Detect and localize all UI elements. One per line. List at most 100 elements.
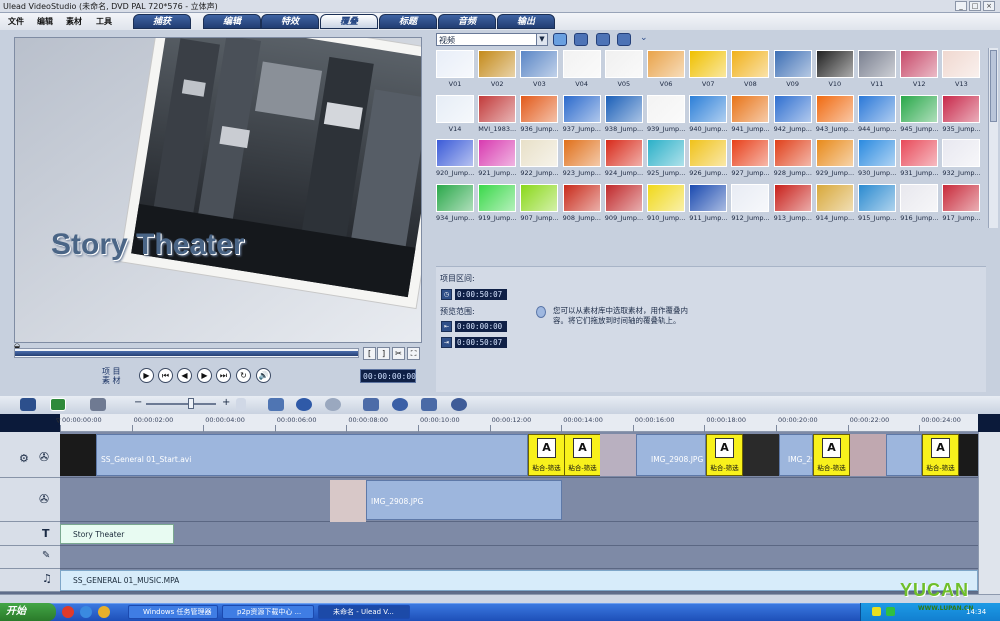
library-scrollbar[interactable] <box>988 48 998 228</box>
library-item[interactable]: 929_Jump... <box>815 139 854 177</box>
library-item[interactable]: 917_Jump... <box>942 183 981 222</box>
library-item[interactable]: 916_Jump... <box>900 183 939 222</box>
library-item[interactable]: V14 <box>436 94 474 133</box>
next-frame-icon[interactable]: ▶ <box>197 368 212 383</box>
tab-overlay[interactable]: 覆叠 <box>320 14 378 29</box>
undo-icon[interactable] <box>296 398 312 411</box>
mark-in-button[interactable]: [ <box>363 347 376 360</box>
tray-icon[interactable] <box>886 607 895 616</box>
redo-icon[interactable] <box>325 398 341 411</box>
overlay-title-text[interactable]: Story Theater <box>51 228 244 262</box>
library-item[interactable]: V13 <box>942 50 981 88</box>
transition-clip[interactable]: A 粘合-筛选 <box>922 434 959 476</box>
repeat-icon[interactable]: ↻ <box>236 368 251 383</box>
import-icon[interactable] <box>574 33 588 46</box>
library-item[interactable]: 925_Jump... <box>647 139 685 177</box>
volume-icon[interactable]: 🔊 <box>256 368 271 383</box>
library-item[interactable]: 919_Jump... <box>478 183 517 222</box>
library-item[interactable]: 909_Jump... <box>604 183 643 222</box>
fullscreen-button[interactable]: ⛶ <box>407 347 420 360</box>
library-item[interactable]: 930_Jump... <box>858 139 896 177</box>
taskbar-item-task-manager[interactable]: Windows 任务管理器 <box>128 605 218 619</box>
library-item[interactable]: 939_Jump... <box>647 94 685 133</box>
library-item[interactable]: 924_Jump... <box>604 139 643 177</box>
quicklaunch-icon[interactable] <box>98 606 110 618</box>
library-item[interactable]: MVI_1983... <box>478 94 517 133</box>
library-item[interactable]: 935_Jump... <box>942 94 981 133</box>
library-item[interactable]: V04 <box>562 50 601 88</box>
menu-edit[interactable]: 编辑 <box>37 16 53 27</box>
timeline-view-icon[interactable] <box>50 398 66 411</box>
zoom-slider-handle[interactable] <box>188 398 194 409</box>
mark-out-button[interactable]: ] <box>377 347 390 360</box>
audio-view-icon[interactable] <box>90 398 106 411</box>
minimize-button[interactable]: _ <box>955 1 967 11</box>
transition-clip[interactable]: A 粘合-筛选 <box>706 434 743 476</box>
playhead-marker[interactable]: ▿ <box>56 416 61 426</box>
library-item[interactable]: 908_Jump... <box>562 183 601 222</box>
library-item[interactable]: V06 <box>647 50 685 88</box>
library-item[interactable]: V02 <box>478 50 517 88</box>
library-manager-icon[interactable] <box>596 33 610 46</box>
library-item[interactable]: 923_Jump... <box>562 139 601 177</box>
library-item[interactable]: 945_Jump... <box>900 94 939 133</box>
quicklaunch-icon[interactable] <box>62 606 74 618</box>
library-item[interactable]: V08 <box>731 50 770 88</box>
home-icon[interactable]: ⏮ <box>158 368 173 383</box>
options-icon[interactable] <box>617 33 631 46</box>
library-item[interactable]: 932_Jump... <box>942 139 981 177</box>
quicklaunch-icon[interactable] <box>80 606 92 618</box>
library-item[interactable]: 934_Jump... <box>436 183 474 222</box>
video-clip-photo-3[interactable] <box>886 434 922 476</box>
library-item[interactable]: 937_Jump... <box>562 94 601 133</box>
library-item[interactable]: V12 <box>900 50 939 88</box>
scrub-bar[interactable] <box>14 348 359 358</box>
tab-share[interactable]: 输出 <box>497 14 555 29</box>
video-clip-photo[interactable]: IMG_2908.JPG <box>636 434 706 476</box>
previous-frame-icon[interactable]: ◀ <box>177 368 192 383</box>
menu-clip[interactable]: 素材 <box>66 16 82 27</box>
start-button[interactable]: 开始 <box>0 603 56 621</box>
play-icon[interactable]: ▶ <box>139 368 154 383</box>
tab-edit[interactable]: 编辑 <box>203 14 261 29</box>
library-item[interactable]: 936_Jump... <box>520 94 559 133</box>
transition-clip[interactable]: A 粘合-筛选 <box>564 434 601 476</box>
project-clip-toggle[interactable]: 项 目素 材 <box>102 367 126 385</box>
transition-clip[interactable]: A 粘合-筛选 <box>528 434 565 476</box>
library-item[interactable]: 912_Jump... <box>731 183 770 222</box>
mix-audio-icon[interactable] <box>451 398 467 411</box>
library-item[interactable]: 921_Jump... <box>478 139 517 177</box>
tab-audio[interactable]: 音频 <box>438 14 496 29</box>
preview-timecode[interactable]: 00:00:00:00 <box>360 369 416 383</box>
enable-ripple-icon[interactable] <box>392 398 408 411</box>
library-item[interactable]: 920_Jump... <box>436 139 474 177</box>
library-item[interactable]: 942_Jump... <box>773 94 812 133</box>
library-item[interactable]: V11 <box>858 50 896 88</box>
library-item[interactable]: 927_Jump... <box>731 139 770 177</box>
tab-effect[interactable]: 特效 <box>261 14 319 29</box>
library-item[interactable]: V01 <box>436 50 474 88</box>
chapter-icon[interactable] <box>421 398 437 411</box>
taskbar-item-p2p[interactable]: p2p资源下载中心 ... <box>222 605 314 619</box>
tray-icon[interactable] <box>872 607 881 616</box>
library-item[interactable]: 922_Jump... <box>520 139 559 177</box>
video-clip-start[interactable]: SS_General 01_Start.avi <box>96 434 528 476</box>
library-item[interactable]: 938_Jump... <box>604 94 643 133</box>
zoom-in-icon[interactable]: + <box>222 397 230 408</box>
tab-capture[interactable]: 捕获 <box>133 14 191 29</box>
storyboard-view-icon[interactable] <box>20 398 36 411</box>
folder-icon[interactable] <box>553 33 567 46</box>
library-item[interactable]: 944_Jump... <box>858 94 896 133</box>
library-item[interactable]: 913_Jump... <box>773 183 812 222</box>
library-item[interactable]: V10 <box>815 50 854 88</box>
library-item[interactable]: 941_Jump... <box>731 94 770 133</box>
library-item[interactable]: V05 <box>604 50 643 88</box>
menu-file[interactable]: 文件 <box>8 16 24 27</box>
video-clip-photo-2[interactable]: IMG_2908.JPG <box>779 434 813 476</box>
library-item[interactable]: 926_Jump... <box>689 139 728 177</box>
library-category-select[interactable]: 视频 ▼ <box>436 33 548 46</box>
library-item[interactable]: V03 <box>520 50 559 88</box>
library-item[interactable]: 931_Jump... <box>900 139 939 177</box>
range-start-value[interactable]: 0:00:00:00 <box>455 321 507 332</box>
library-item[interactable]: 915_Jump... <box>858 183 896 222</box>
